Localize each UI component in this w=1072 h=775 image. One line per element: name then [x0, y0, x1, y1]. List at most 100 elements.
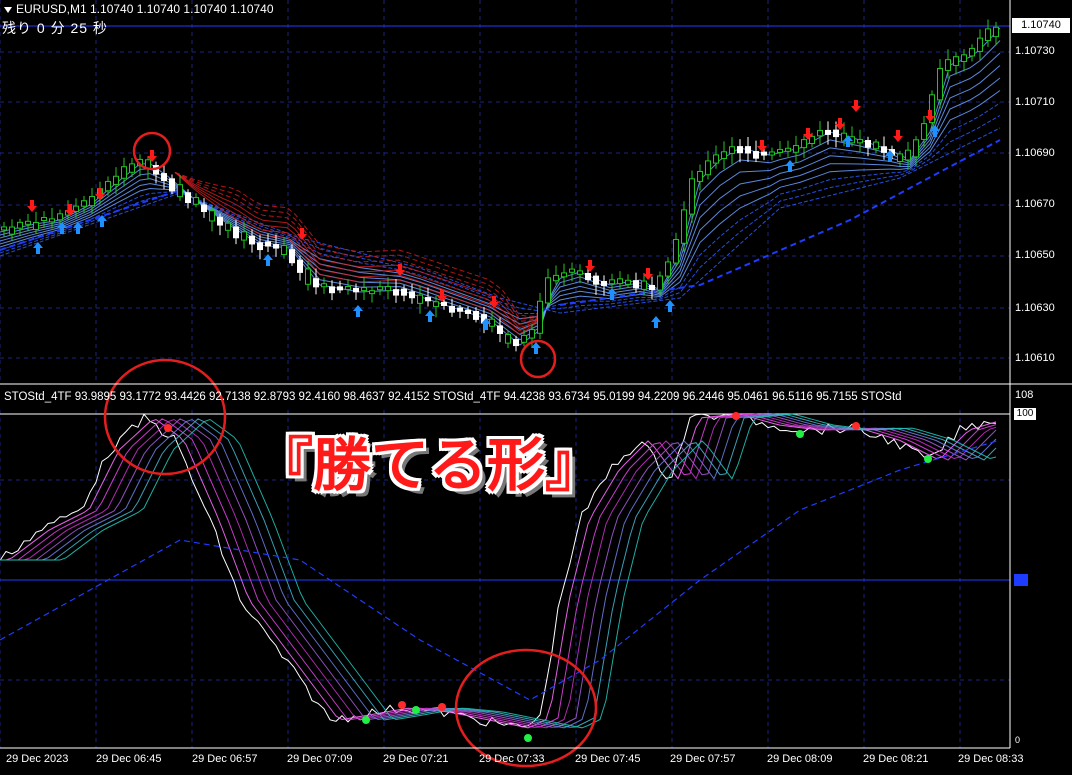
candle-body — [361, 287, 367, 292]
candle-body — [873, 141, 879, 150]
candle-body — [673, 239, 679, 264]
candle-body — [601, 280, 607, 287]
candle-body — [665, 261, 671, 277]
candle-body — [313, 278, 319, 288]
up-arrow-icon — [651, 316, 661, 328]
candle-body — [329, 286, 335, 294]
candle-body — [553, 274, 559, 282]
candle-body — [953, 56, 959, 66]
up-arrow-icon — [353, 305, 363, 317]
candle-body — [441, 302, 447, 307]
candle-body — [753, 151, 759, 159]
down-arrow-icon — [95, 188, 105, 200]
candle-body — [161, 173, 167, 182]
candle-body — [185, 192, 191, 204]
candle-body — [9, 226, 15, 235]
candle-body — [409, 291, 415, 299]
candle-body — [225, 222, 231, 231]
candle-body — [489, 318, 495, 327]
candle-body — [657, 275, 663, 291]
time-label: 29 Dec 08:09 — [767, 753, 833, 765]
candle-body — [537, 300, 543, 334]
ma-line — [0, 27, 1001, 346]
candle-body — [281, 245, 287, 256]
bar-timer: 残り 0 分 25 秒 — [2, 20, 108, 36]
candle-body — [25, 220, 31, 225]
candle-body — [913, 139, 919, 158]
candle-body — [265, 241, 271, 247]
candle-body — [41, 217, 47, 222]
candle-body — [697, 170, 703, 182]
candle-body — [937, 67, 943, 101]
symbol-header[interactable]: EURUSD,M1 1.10740 1.10740 1.10740 1.1074… — [4, 2, 274, 16]
price-chart-canvas[interactable] — [0, 0, 1072, 775]
time-label: 29 Dec 08:21 — [863, 753, 929, 765]
candle-body — [737, 146, 743, 154]
candle-body — [105, 181, 111, 192]
candle-body — [777, 148, 783, 153]
signal-dot — [398, 701, 406, 709]
candle-body — [449, 305, 455, 313]
candle-body — [81, 200, 87, 207]
candle-body — [465, 309, 471, 314]
candle-body — [593, 275, 599, 285]
candle-body — [745, 146, 751, 154]
signal-dot — [524, 734, 532, 742]
candle-body — [801, 139, 807, 149]
signal-dot — [164, 424, 172, 432]
signal-dot — [362, 716, 370, 724]
candle-body — [289, 249, 295, 264]
chart-frame — [0, 0, 1072, 749]
ma-line — [0, 77, 1001, 325]
arrow-shape — [893, 130, 903, 142]
candle-body — [401, 288, 407, 296]
candle-body — [713, 154, 719, 164]
candle-body — [377, 286, 383, 291]
candle-body — [833, 129, 839, 138]
ma-line — [0, 52, 1001, 336]
candle-body — [49, 218, 55, 223]
arrow-shape — [425, 310, 435, 322]
price-label: 1.10710 — [1015, 96, 1055, 108]
time-label: 29 Dec 06:57 — [192, 753, 258, 765]
candle-body — [641, 280, 647, 290]
candle-body — [505, 334, 511, 344]
signal-dot — [852, 422, 860, 430]
candle-body — [633, 280, 639, 289]
candle-body — [473, 310, 479, 320]
candle-body — [241, 231, 247, 241]
arrow-shape — [757, 140, 767, 152]
indicator-scale-min: 0 — [1015, 735, 1021, 745]
candle-body — [169, 178, 175, 192]
candle-body — [233, 226, 239, 239]
candle-body — [721, 151, 727, 159]
symbol-quote: EURUSD,M1 1.10740 1.10740 1.10740 1.1074… — [16, 2, 274, 16]
candle-body — [257, 242, 263, 251]
arrow-shape — [95, 188, 105, 200]
candle-body — [249, 235, 255, 245]
candle-body — [129, 163, 135, 173]
ma-line — [0, 40, 1001, 341]
candle-body — [969, 47, 975, 57]
candle-body — [897, 153, 903, 162]
candle-body — [201, 204, 207, 213]
candle-body — [569, 268, 575, 273]
candle-body — [977, 37, 983, 52]
dropdown-triangle-icon[interactable] — [4, 6, 12, 13]
candle-body — [921, 123, 927, 140]
candle-body — [561, 272, 567, 278]
level-50-marker — [1014, 574, 1028, 586]
level-100-label: 100 — [1014, 408, 1036, 420]
candle-body — [881, 146, 887, 153]
signal-dot — [438, 703, 446, 711]
candle-body — [545, 277, 551, 304]
candle-body — [609, 279, 615, 285]
candle-body — [689, 178, 695, 215]
time-label: 29 Dec 07:57 — [670, 753, 736, 765]
candle-body — [521, 334, 527, 343]
arrow-shape — [353, 305, 363, 317]
candle-body — [865, 140, 871, 148]
candle-body — [585, 272, 591, 281]
candle-body — [729, 146, 735, 154]
candle-body — [649, 284, 655, 291]
